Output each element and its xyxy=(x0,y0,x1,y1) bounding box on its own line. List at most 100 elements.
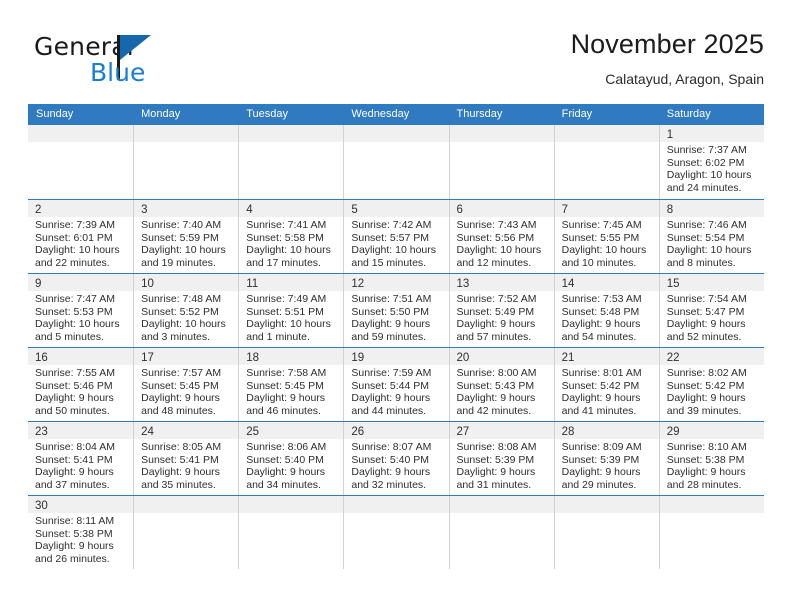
day-cell-10[interactable]: 10 Sunrise: 7:48 AM Sunset: 5:52 PM Dayligh… xyxy=(133,274,239,347)
daylight-text: Daylight: 10 hours xyxy=(666,244,752,257)
day-sun-info: Sunrise: 7:55 AM Sunset: 5:46 PM Daylight:… xyxy=(28,365,133,417)
day-cell-3[interactable]: 3 Sunrise: 7:40 AM Sunset: 5:59 PM Daylight… xyxy=(133,200,239,273)
day-cell-19[interactable]: 19 Sunrise: 7:59 AM Sunset: 5:44 PM Dayligh… xyxy=(343,348,449,421)
general-blue-logo[interactable]: General Blue xyxy=(34,34,254,96)
calendar-week-row: 23 Sunrise: 8:04 AM Sunset: 5:41 PM Dayligh… xyxy=(28,421,764,495)
day-cell-17[interactable]: 17 Sunrise: 7:57 AM Sunset: 5:45 PM Dayligh… xyxy=(133,348,239,421)
day-sun-info: Sunrise: 7:45 AM Sunset: 5:55 PM Daylight:… xyxy=(555,217,659,269)
day-sun-info: Sunrise: 7:40 AM Sunset: 5:59 PM Daylight:… xyxy=(134,217,238,269)
day-number-band: 14 xyxy=(554,274,659,291)
day-sun-info xyxy=(239,513,343,515)
day-sun-info: Sunrise: 7:39 AM Sunset: 6:01 PM Daylight:… xyxy=(28,217,133,269)
daylight-text: Daylight: 9 hours xyxy=(666,392,746,405)
day-cell-21[interactable]: 21 Sunrise: 8:01 AM Sunset: 5:42 PM Dayligh… xyxy=(553,348,659,421)
day-number-band: 17 xyxy=(134,348,239,365)
daylight-text-cont: and 19 minutes. xyxy=(141,256,216,269)
day-sun-info: Sunrise: 8:07 AM Sunset: 5:40 PM Daylight:… xyxy=(344,439,448,491)
page-header: General Blue November 2025 Calatayud, Ar… xyxy=(28,28,764,100)
day-cell-18[interactable]: 18 Sunrise: 7:58 AM Sunset: 5:45 PM Dayligh… xyxy=(238,348,344,421)
day-number: 25 xyxy=(246,426,260,438)
daylight-text-cont: and 1 minute. xyxy=(246,330,310,343)
day-cell-empty xyxy=(658,496,764,569)
day-cell-9[interactable]: 9 Sunrise: 7:47 AM Sunset: 5:53 PM Daylight… xyxy=(28,274,134,347)
sunset-text: Sunset: 5:38 PM xyxy=(666,453,745,466)
day-cell-empty xyxy=(28,125,134,199)
sunrise-text: Sunrise: 7:47 AM xyxy=(35,293,115,305)
daylight-text: Daylight: 10 hours xyxy=(35,318,120,331)
daylight-text: Daylight: 9 hours xyxy=(141,392,220,405)
sunrise-text: Sunrise: 7:48 AM xyxy=(141,293,222,305)
day-cell-13[interactable]: 13 Sunrise: 7:52 AM Sunset: 5:49 PM Dayligh… xyxy=(448,274,554,347)
day-number: 11 xyxy=(246,278,259,290)
day-cell-12[interactable]: 12 Sunrise: 7:51 AM Sunset: 5:50 PM Dayligh… xyxy=(343,274,449,347)
day-cell-24[interactable]: 24 Sunrise: 8:05 AM Sunset: 5:41 PM Dayligh… xyxy=(133,422,239,495)
day-cell-1[interactable]: 1 Sunrise: 7:37 AM Sunset: 6:02 PM Daylight… xyxy=(658,125,764,199)
day-cell-8[interactable]: 8 Sunrise: 7:46 AM Sunset: 5:54 PM Daylight… xyxy=(658,200,764,273)
sunset-text: Sunset: 5:52 PM xyxy=(141,305,219,318)
day-number-band xyxy=(554,496,659,513)
day-sun-info xyxy=(344,142,448,144)
day-cell-empty xyxy=(133,496,239,569)
day-number-band xyxy=(28,125,134,142)
daylight-text-cont: and 48 minutes. xyxy=(141,404,216,417)
sunset-text: Sunset: 5:40 PM xyxy=(246,453,324,466)
daylight-text: Daylight: 9 hours xyxy=(246,392,326,405)
day-cell-15[interactable]: 15 Sunrise: 7:54 AM Sunset: 5:47 PM Dayligh… xyxy=(658,274,764,347)
day-cell-6[interactable]: 6 Sunrise: 7:43 AM Sunset: 5:56 PM Daylight… xyxy=(448,200,554,273)
daylight-text-cont: and 29 minutes. xyxy=(561,478,637,491)
day-number-band: 7 xyxy=(554,200,659,217)
day-cell-2[interactable]: 2 Sunrise: 7:39 AM Sunset: 6:01 PM Daylight… xyxy=(28,200,134,273)
day-cell-16[interactable]: 16 Sunrise: 7:55 AM Sunset: 5:46 PM Dayligh… xyxy=(28,348,134,421)
sunrise-text: Sunrise: 7:54 AM xyxy=(666,293,747,305)
daylight-text: Daylight: 9 hours xyxy=(456,318,536,331)
daylight-text: Daylight: 10 hours xyxy=(351,244,437,257)
day-cell-empty xyxy=(238,496,344,569)
day-sun-info xyxy=(28,142,133,144)
sunset-text: Sunset: 5:58 PM xyxy=(246,231,324,244)
daylight-text: Daylight: 9 hours xyxy=(35,466,114,479)
day-sun-info: Sunrise: 8:02 AM Sunset: 5:42 PM Daylight:… xyxy=(660,365,764,417)
day-cell-23[interactable]: 23 Sunrise: 8:04 AM Sunset: 5:41 PM Dayligh… xyxy=(28,422,134,495)
day-cell-29[interactable]: 29 Sunrise: 8:10 AM Sunset: 5:38 PM Dayligh… xyxy=(658,422,764,495)
day-number-band: 19 xyxy=(344,348,449,365)
daylight-text: Daylight: 9 hours xyxy=(35,540,114,553)
daylight-text-cont: and 3 minutes. xyxy=(141,330,211,343)
day-cell-28[interactable]: 28 Sunrise: 8:09 AM Sunset: 5:39 PM Dayligh… xyxy=(553,422,659,495)
daylight-text-cont: and 12 minutes. xyxy=(456,256,532,269)
daylight-text-cont: and 15 minutes. xyxy=(351,256,427,269)
day-cell-20[interactable]: 20 Sunrise: 8:00 AM Sunset: 5:43 PM Dayligh… xyxy=(448,348,554,421)
day-number: 3 xyxy=(141,204,148,216)
day-cell-27[interactable]: 27 Sunrise: 8:08 AM Sunset: 5:39 PM Dayligh… xyxy=(448,422,554,495)
title-block: November 2025 Calatayud, Aragon, Spain xyxy=(571,28,764,89)
day-sun-info: Sunrise: 7:52 AM Sunset: 5:49 PM Daylight:… xyxy=(450,291,554,343)
day-cell-empty xyxy=(448,496,554,569)
day-number: 6 xyxy=(456,204,463,216)
day-cell-11[interactable]: 11 Sunrise: 7:49 AM Sunset: 5:51 PM Dayligh… xyxy=(238,274,344,347)
day-cell-4[interactable]: 4 Sunrise: 7:41 AM Sunset: 5:58 PM Daylight… xyxy=(238,200,344,273)
sunset-text: Sunset: 5:39 PM xyxy=(456,453,535,466)
day-number-band: 24 xyxy=(134,422,239,439)
sunrise-text: Sunrise: 7:46 AM xyxy=(666,219,747,231)
daylight-text: Daylight: 10 hours xyxy=(246,318,331,331)
day-cell-7[interactable]: 7 Sunrise: 7:45 AM Sunset: 5:55 PM Daylight… xyxy=(553,200,659,273)
day-cell-22[interactable]: 22 Sunrise: 8:02 AM Sunset: 5:42 PM Dayligh… xyxy=(658,348,764,421)
page-subtitle: Calatayud, Aragon, Spain xyxy=(605,71,764,87)
day-cell-25[interactable]: 25 Sunrise: 8:06 AM Sunset: 5:40 PM Dayligh… xyxy=(238,422,344,495)
day-cell-14[interactable]: 14 Sunrise: 7:53 AM Sunset: 5:48 PM Dayligh… xyxy=(553,274,659,347)
daylight-text: Daylight: 10 hours xyxy=(141,318,226,331)
day-cell-26[interactable]: 26 Sunrise: 8:07 AM Sunset: 5:40 PM Dayligh… xyxy=(343,422,449,495)
day-number: 27 xyxy=(456,426,470,438)
day-number: 1 xyxy=(666,129,674,141)
day-number-band: 22 xyxy=(659,348,764,365)
day-cell-30[interactable]: 30 Sunrise: 8:11 AM Sunset: 5:38 PM Dayligh… xyxy=(28,496,134,569)
day-sun-info: Sunrise: 8:10 AM Sunset: 5:38 PM Daylight:… xyxy=(660,439,764,491)
sunrise-text: Sunrise: 8:08 AM xyxy=(456,441,537,453)
day-number-band: 20 xyxy=(449,348,554,365)
day-number-band xyxy=(134,125,239,142)
day-cell-empty xyxy=(133,125,239,199)
day-cell-5[interactable]: 5 Sunrise: 7:42 AM Sunset: 5:57 PM Daylight… xyxy=(343,200,449,273)
sunset-text: Sunset: 5:49 PM xyxy=(456,305,535,318)
day-number-band: 15 xyxy=(659,274,764,291)
sunrise-text: Sunrise: 7:52 AM xyxy=(456,293,537,305)
sunrise-text: Sunrise: 7:59 AM xyxy=(351,367,432,379)
